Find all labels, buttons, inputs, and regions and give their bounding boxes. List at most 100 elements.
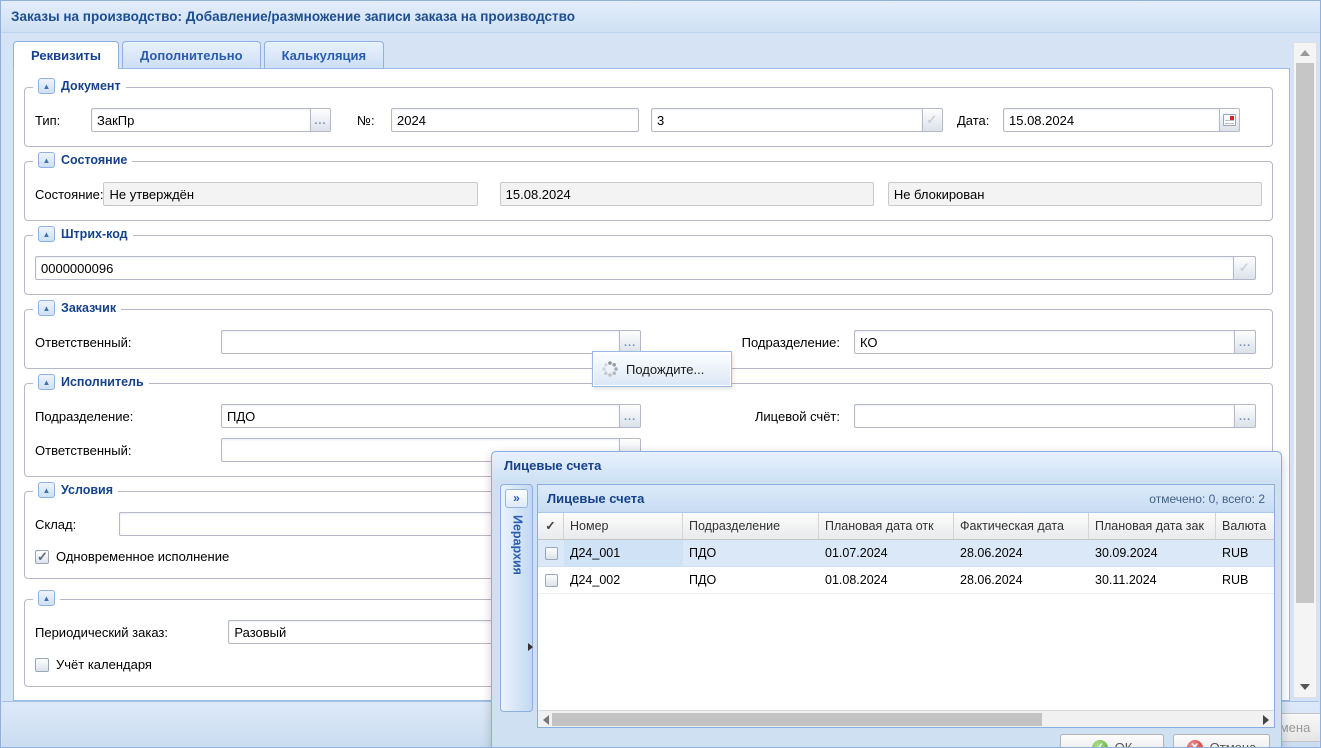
cell-number: Д24_002: [564, 567, 683, 593]
collapse-icon[interactable]: ▲: [38, 590, 55, 606]
collapse-icon[interactable]: ▲: [38, 78, 55, 94]
doc-type-input[interactable]: [91, 108, 311, 132]
executor-division-input[interactable]: [221, 404, 620, 428]
customer-division-field: ...: [854, 330, 1256, 354]
customer-responsible-input[interactable]: [221, 330, 620, 354]
doc-number-input[interactable]: [391, 108, 639, 132]
row-checkbox[interactable]: [545, 574, 558, 587]
app-window: Заказы на производство: Добавление/размн…: [0, 0, 1321, 748]
collapse-icon[interactable]: ▲: [38, 226, 55, 242]
collapse-icon[interactable]: ▲: [38, 374, 55, 390]
doc-number2-confirm-icon[interactable]: ✓: [923, 108, 943, 132]
fieldset-conditions-legend: ▲ Условия: [33, 482, 118, 498]
barcode-field: ✓: [35, 256, 1256, 280]
doc-number-field: [391, 108, 639, 132]
cancel-x-icon: ✕: [1187, 740, 1203, 748]
table-row[interactable]: Д24_002 ПДО 01.08.2024 28.06.2024 30.11.…: [538, 567, 1274, 594]
cell-currency: RUB: [1216, 567, 1274, 593]
column-division[interactable]: Подразделение: [683, 513, 819, 539]
cancel-button[interactable]: ✕ Отмена: [1173, 734, 1270, 748]
doc-date-input[interactable]: [1003, 108, 1220, 132]
column-fact-date[interactable]: Фактическая дата: [954, 513, 1089, 539]
grid-header: Лицевые счета отмечено: 0, всего: 2: [538, 485, 1274, 513]
doc-type-field: ...: [91, 108, 331, 132]
column-currency[interactable]: Валюта: [1216, 513, 1274, 539]
fieldset-document: ▲ Документ Тип: ... №: ✓ Дата:: [24, 87, 1273, 147]
collapse-icon[interactable]: ▲: [38, 482, 55, 498]
doc-date-calendar-icon[interactable]: [1220, 108, 1240, 132]
collapse-icon[interactable]: ▲: [38, 152, 55, 168]
executor-account-field: ...: [854, 404, 1256, 428]
fieldset-conditions-title: Условия: [61, 483, 113, 497]
main-scrollbar[interactable]: [1293, 42, 1317, 698]
wait-text: Подождите...: [626, 362, 704, 377]
barcode-input[interactable]: [35, 256, 1234, 280]
customer-responsible-field: ...: [221, 330, 641, 354]
doc-number2-input[interactable]: [651, 108, 923, 132]
cell-number: Д24_001: [564, 540, 683, 566]
state-lock-input: [888, 182, 1262, 206]
column-check-icon[interactable]: ✓: [538, 513, 564, 539]
scroll-left-icon[interactable]: [540, 714, 552, 725]
calendar-glyph: [1223, 114, 1236, 126]
doc-date-field: [1003, 108, 1240, 132]
tab-kalkulyaciya[interactable]: Калькуляция: [264, 41, 385, 68]
doc-type-browse-icon[interactable]: ...: [311, 108, 331, 132]
doc-number-label: №:: [357, 113, 391, 128]
tab-rekvizity[interactable]: Реквизиты: [13, 41, 119, 69]
column-number[interactable]: Номер: [564, 513, 683, 539]
fieldset-customer-title: Заказчик: [61, 301, 116, 315]
executor-account-group: Лицевой счёт: ...: [755, 404, 1262, 428]
cell-fact-date: 28.06.2024: [954, 567, 1089, 593]
grid-column-headers: ✓ Номер Подразделение Плановая дата отк …: [538, 513, 1274, 540]
barcode-confirm-icon[interactable]: ✓: [1234, 256, 1256, 280]
scroll-down-icon[interactable]: [1294, 679, 1316, 695]
ok-check-icon: ✓: [1092, 740, 1108, 748]
hscrollbar-thumb[interactable]: [552, 713, 1042, 726]
simultaneous-checkbox[interactable]: [35, 550, 49, 564]
customer-division-browse-icon[interactable]: ...: [1235, 330, 1256, 354]
customer-division-input[interactable]: [854, 330, 1235, 354]
scroll-up-icon[interactable]: [1294, 45, 1316, 61]
cell-plan-open: 01.07.2024: [819, 540, 954, 566]
doc-number2-field: ✓: [651, 108, 943, 132]
collapse-icon[interactable]: ▲: [38, 300, 55, 316]
fieldset-document-title: Документ: [61, 79, 121, 93]
state-date-input: [500, 182, 874, 206]
grid-horizontal-scrollbar[interactable]: [538, 710, 1274, 727]
expand-panel-icon[interactable]: »: [505, 489, 528, 508]
cancel-button-label: Отмена: [1210, 740, 1257, 748]
calendar-checkbox[interactable]: [35, 658, 49, 672]
hierarchy-panel-label: Иерархия: [509, 515, 525, 575]
row-checkbox[interactable]: [545, 547, 558, 560]
cell-plan-close: 30.09.2024: [1089, 540, 1216, 566]
column-plan-open[interactable]: Плановая дата отк: [819, 513, 954, 539]
column-plan-close[interactable]: Плановая дата зак: [1089, 513, 1216, 539]
hierarchy-panel-collapsed[interactable]: » Иерархия: [500, 484, 533, 712]
ok-button[interactable]: ✓ ОК: [1060, 734, 1164, 748]
cell-fact-date: 28.06.2024: [954, 540, 1089, 566]
grid-empty-area: [538, 594, 1274, 710]
customer-responsible-label: Ответственный:: [35, 335, 221, 350]
scrollbar-thumb[interactable]: [1296, 63, 1314, 603]
fieldset-barcode-legend: ▲ Штрих-код: [33, 226, 133, 242]
simultaneous-label: Одновременное исполнение: [56, 549, 229, 564]
executor-responsible-label: Ответственный:: [35, 443, 221, 458]
fieldset-state: ▲ Состояние Состояние:: [24, 161, 1273, 221]
window-title: Заказы на производство: Добавление/размн…: [1, 1, 1320, 33]
executor-account-browse-icon[interactable]: ...: [1235, 404, 1256, 428]
executor-division-label: Подразделение:: [35, 409, 221, 424]
state-label: Состояние:: [35, 187, 103, 202]
grid-count: отмечено: 0, всего: 2: [1149, 492, 1265, 506]
wait-dialog: Подождите...: [592, 351, 732, 387]
warehouse-label: Склад:: [35, 517, 119, 532]
executor-division-browse-icon[interactable]: ...: [620, 404, 641, 428]
tab-dopolnitelno[interactable]: Дополнительно: [122, 41, 261, 68]
executor-account-input[interactable]: [854, 404, 1235, 428]
periodic-order-label: Периодический заказ:: [35, 625, 228, 640]
panel-resize-arrow-icon[interactable]: [528, 643, 533, 651]
scroll-right-icon[interactable]: [1260, 714, 1272, 725]
table-row[interactable]: Д24_001 ПДО 01.07.2024 28.06.2024 30.09.…: [538, 540, 1274, 567]
spinner-icon: [602, 361, 618, 377]
fieldset-state-title: Состояние: [61, 153, 127, 167]
